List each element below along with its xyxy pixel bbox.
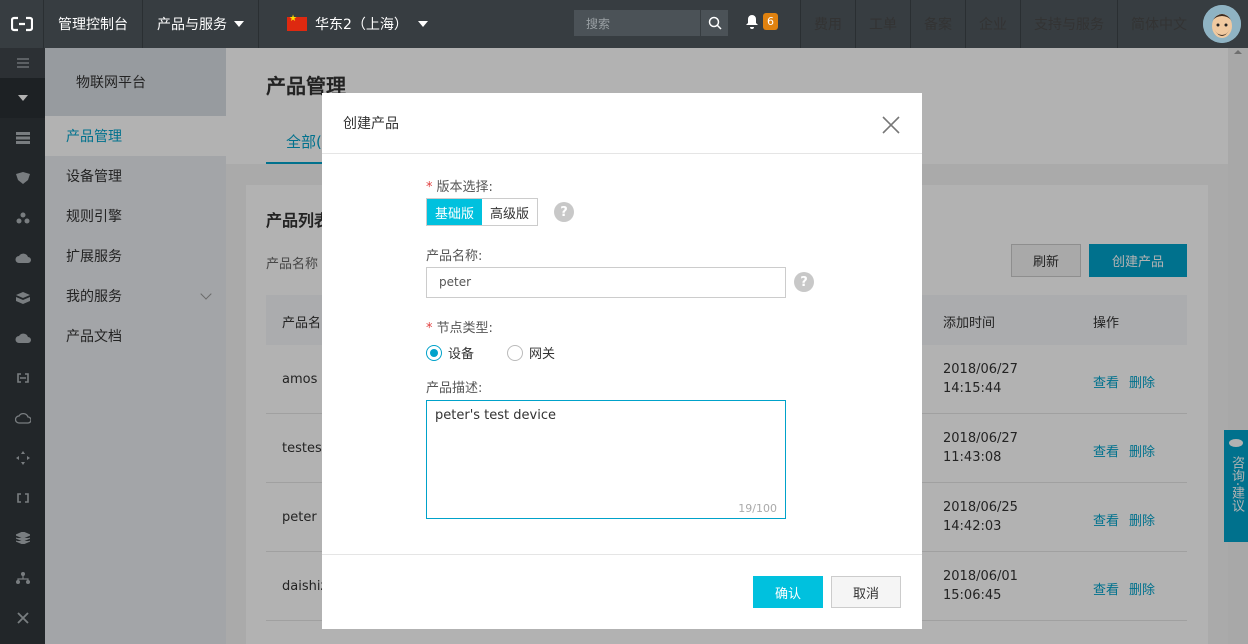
radio-empty-icon xyxy=(507,344,523,361)
region-selector[interactable]: 华东2（上海） xyxy=(259,0,442,48)
nav-enterprise[interactable]: 企业 xyxy=(965,0,1020,48)
search-input[interactable]: 搜索 xyxy=(574,10,728,36)
node-device-radio[interactable]: 设备 xyxy=(426,343,474,362)
help-icon[interactable]: ? xyxy=(554,202,574,222)
search-button[interactable] xyxy=(700,10,728,36)
avatar-face-icon xyxy=(1203,5,1241,43)
description-textarea[interactable]: peter's test device 19/100 xyxy=(426,400,786,519)
notification-bell[interactable]: 6 xyxy=(744,13,778,30)
version-basic-option[interactable]: 基础版 xyxy=(427,199,483,225)
description-text: peter's test device xyxy=(435,408,556,423)
description-label: 产品描述: xyxy=(426,381,483,396)
nav-fees[interactable]: 费用 xyxy=(800,0,855,48)
version-label: 版本选择: xyxy=(436,180,493,195)
chevron-down-icon xyxy=(417,21,428,27)
radio-label: 设备 xyxy=(448,347,475,362)
console-link[interactable]: 管理控制台 xyxy=(44,0,143,48)
required-asterisk: * xyxy=(426,180,433,195)
version-selector: 基础版 高级版 xyxy=(426,198,539,226)
radio-label: 网关 xyxy=(529,347,556,362)
char-counter: 19/100 xyxy=(738,502,777,515)
nav-icp[interactable]: 备案 xyxy=(910,0,965,48)
node-type-label: 节点类型: xyxy=(436,321,493,336)
products-menu-label: 产品与服务 xyxy=(157,17,227,33)
console-label: 管理控制台 xyxy=(58,17,128,33)
required-asterisk: * xyxy=(426,321,433,336)
node-type-label-row: * 节点类型: xyxy=(426,317,493,336)
nav-language[interactable]: 简体中文 xyxy=(1117,0,1200,48)
chevron-down-icon xyxy=(234,21,244,27)
right-nav: 费用 工单 备案 企业 支持与服务 简体中文 xyxy=(800,0,1200,48)
user-avatar[interactable] xyxy=(1203,5,1241,43)
aliyun-logo-icon[interactable] xyxy=(0,0,44,48)
notification-badge: 6 xyxy=(763,13,778,30)
radio-selected-icon xyxy=(426,344,442,361)
nav-support[interactable]: 支持与服务 xyxy=(1020,0,1117,48)
close-icon[interactable] xyxy=(879,113,903,137)
cancel-button[interactable]: 取消 xyxy=(831,576,901,608)
name-label: 产品名称: xyxy=(426,249,483,264)
products-menu[interactable]: 产品与服务 xyxy=(143,0,259,48)
dialog-footer-divider xyxy=(322,554,922,555)
dialog-title: 创建产品 xyxy=(343,116,399,132)
search-placeholder: 搜索 xyxy=(586,16,611,31)
version-label-row: * 版本选择: xyxy=(426,176,493,195)
product-name-field[interactable]: peter xyxy=(426,267,786,298)
china-flag-icon xyxy=(287,14,307,31)
version-advanced-option[interactable]: 高级版 xyxy=(482,199,537,225)
help-icon[interactable]: ? xyxy=(794,272,814,292)
region-label: 华东2（上海） xyxy=(315,17,408,33)
search-icon xyxy=(708,16,722,30)
create-product-dialog: 创建产品 * 版本选择: 基础版 高级版 ? 产品名称: peter ? * 节点类… xyxy=(322,93,922,629)
node-gateway-radio[interactable]: 网关 xyxy=(507,343,555,362)
bell-icon xyxy=(746,14,758,29)
nav-tickets[interactable]: 工单 xyxy=(855,0,910,48)
confirm-button[interactable]: 确认 xyxy=(753,576,823,608)
